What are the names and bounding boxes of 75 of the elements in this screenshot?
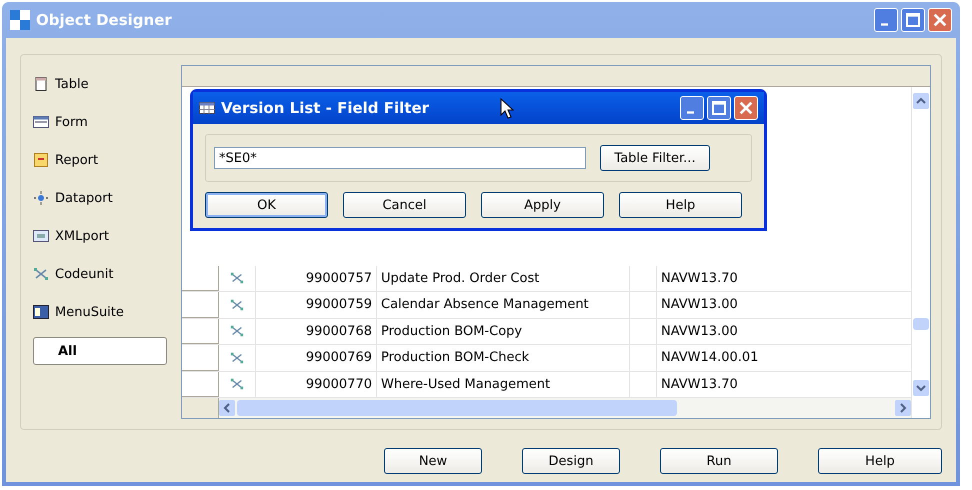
dialog-button[interactable]: Cancel	[343, 192, 466, 218]
vertical-scrollbar[interactable]	[911, 87, 930, 418]
codeunit-icon	[230, 271, 244, 286]
scroll-down-icon[interactable]	[913, 380, 929, 396]
horizontal-scrollbar[interactable]	[219, 398, 911, 418]
table-cell: 99000759	[256, 292, 377, 318]
table-cell: Production BOM-Check	[377, 345, 630, 370]
object-type-item[interactable]: Form	[33, 103, 173, 141]
table-cell: 99000770	[256, 372, 377, 397]
maximize-icon	[711, 100, 727, 116]
codeunit-icon	[230, 377, 244, 392]
table-grid-icon	[199, 100, 215, 116]
table-cell-text: NAVW13.00	[660, 296, 739, 314]
scroll-thumb[interactable]	[913, 318, 929, 330]
row-selector[interactable]	[182, 345, 219, 370]
object-type-item[interactable]: MenuSuite	[33, 293, 173, 331]
action-button[interactable]: Help	[818, 448, 942, 474]
codeunit-icon	[230, 350, 244, 365]
object-type-item[interactable]: Dataport	[33, 179, 173, 217]
scroll-up-icon[interactable]	[913, 93, 929, 109]
table-filter-button[interactable]: Table Filter...	[600, 145, 710, 171]
minimize-icon	[881, 23, 888, 26]
table-cell-text: NAVW13.70	[660, 270, 739, 288]
close-button[interactable]	[734, 96, 758, 120]
scroll-left-icon[interactable]	[219, 400, 235, 416]
object-type-item[interactable]: Report	[33, 141, 173, 179]
xmlport-icon	[33, 228, 49, 244]
table-cell-text: NAVW13.00	[660, 322, 739, 341]
table-cell: Calendar Absence Management	[377, 292, 630, 318]
close-icon	[932, 12, 948, 28]
table-cell: 99000757	[256, 266, 377, 291]
window-title: Object Designer	[36, 11, 173, 29]
minimize-button[interactable]	[874, 8, 898, 32]
dialog-title: Version List - Field Filter	[221, 99, 430, 117]
scroll-thumb[interactable]	[237, 400, 677, 416]
table-cell-text: NAVW14.00.01	[660, 349, 760, 368]
action-button[interactable]: New	[384, 448, 482, 474]
codeunit-icon	[33, 266, 49, 282]
form-icon	[33, 114, 49, 130]
maximize-icon	[905, 12, 921, 28]
report-icon	[33, 152, 49, 168]
close-button[interactable]	[928, 8, 952, 32]
menusuite-icon	[33, 304, 49, 320]
maximize-button[interactable]	[707, 96, 731, 120]
dataport-icon	[33, 190, 49, 206]
table-cell: Where-Used Management	[377, 372, 630, 397]
table-cell-text: NAVW13.70	[660, 376, 739, 394]
minimize-button[interactable]	[680, 96, 704, 120]
scroll-right-icon[interactable]	[895, 400, 911, 416]
row-selector[interactable]	[182, 292, 219, 318]
maximize-button[interactable]	[901, 8, 925, 32]
action-button[interactable]: Run	[660, 448, 778, 474]
dialog-button[interactable]: OK	[205, 192, 328, 218]
app-logo-icon	[10, 10, 30, 30]
codeunit-icon	[230, 298, 244, 312]
close-icon	[738, 100, 754, 116]
all-filter-button[interactable]: All	[33, 337, 167, 365]
dialog-button[interactable]: Apply	[481, 192, 604, 218]
row-selector[interactable]	[182, 318, 219, 344]
table-cell: Update Prod. Order Cost	[377, 266, 630, 291]
table-cell: Production BOM-Copy	[377, 318, 630, 344]
object-type-item[interactable]: Codeunit	[33, 255, 173, 293]
table-cell: 99000768	[256, 318, 377, 344]
table-icon	[33, 76, 49, 92]
row-selector[interactable]	[182, 372, 219, 397]
mouse-pointer-icon	[500, 98, 514, 120]
filter-input-field[interactable]: *SE0*	[214, 147, 586, 169]
row-selector[interactable]	[182, 266, 219, 291]
object-type-item[interactable]: XMLport	[33, 217, 173, 255]
object-type-item[interactable]: Table	[33, 65, 173, 103]
table-cell: 99000769	[256, 345, 377, 370]
codeunit-icon	[230, 324, 244, 338]
minimize-icon	[687, 111, 694, 114]
dialog-button[interactable]: Help	[619, 192, 742, 218]
action-button[interactable]: Design	[522, 448, 620, 474]
